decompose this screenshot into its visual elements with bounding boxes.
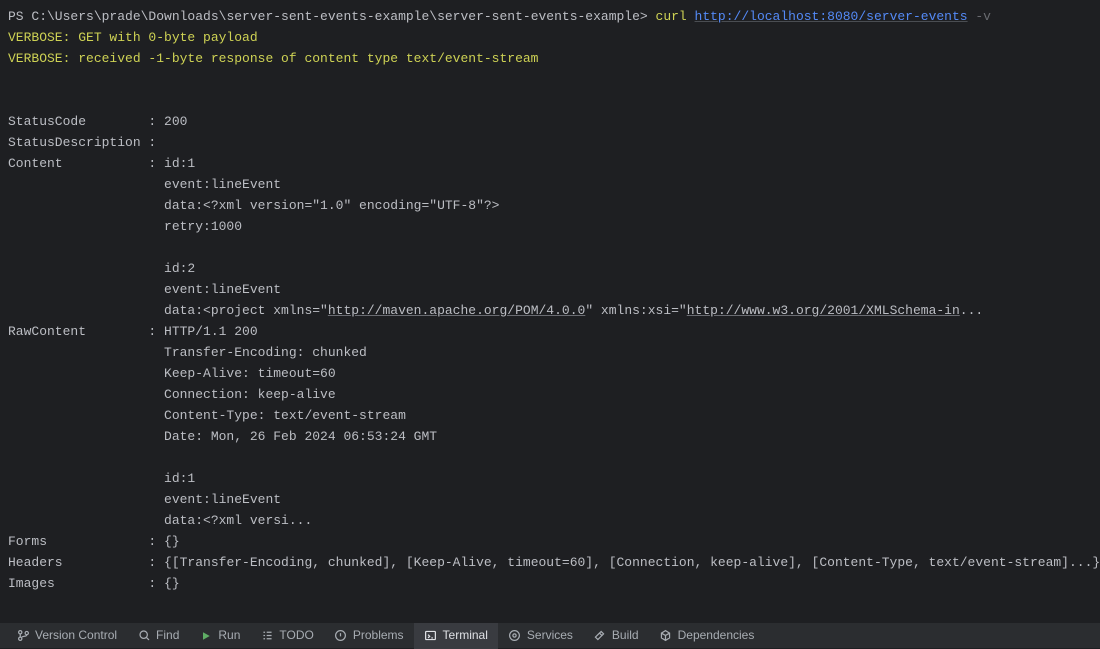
bottom-tool-bar: Version Control Find Run TODO Problems T… [0,622,1100,648]
content-line: id:2 [8,258,1092,279]
list-icon [260,629,274,643]
terminal-output[interactable]: PS C:\Users\prade\Downloads\server-sent-… [0,0,1100,622]
services-icon [508,629,522,643]
verbose-line-1: VERBOSE: GET with 0-byte payload [8,27,1092,48]
tab-label: Build [612,625,639,646]
tab-label: Find [156,625,179,646]
status-code-line: StatusCode : 200 [8,111,1092,132]
content-line: data:<project xmlns="http://maven.apache… [8,300,1092,321]
rawcontent-line: Date: Mon, 26 Feb 2024 06:53:24 GMT [8,426,1092,447]
blank-line [8,237,1092,258]
branch-icon [16,629,30,643]
tab-label: Terminal [443,625,488,646]
images-line: Images : {} [8,573,1092,594]
content-line: Content : id:1 [8,153,1092,174]
tab-version-control[interactable]: Version Control [6,623,127,649]
tab-label: Version Control [35,625,117,646]
search-icon [137,629,151,643]
headers-line: Headers : {[Transfer-Encoding, chunked],… [8,552,1092,573]
package-icon [659,629,673,643]
tab-terminal[interactable]: Terminal [414,623,498,649]
xsi-url-link[interactable]: http://www.w3.org/2001/XMLSchema-in [687,303,960,318]
tab-label: Services [527,625,573,646]
tab-dependencies[interactable]: Dependencies [649,623,765,649]
status-description-line: StatusDescription : [8,132,1092,153]
blank-line [8,447,1092,468]
tab-build[interactable]: Build [583,623,649,649]
rawcontent-line: RawContent : HTTP/1.1 200 [8,321,1092,342]
blank-line [8,69,1092,90]
prompt-line: PS C:\Users\prade\Downloads\server-sent-… [8,6,1092,27]
warning-icon [334,629,348,643]
tab-problems[interactable]: Problems [324,623,414,649]
curl-command: curl [648,9,695,24]
rawcontent-line: event:lineEvent [8,489,1092,510]
tab-run[interactable]: Run [189,623,250,649]
content-line: retry:1000 [8,216,1092,237]
tab-services[interactable]: Services [498,623,583,649]
content-line: event:lineEvent [8,174,1092,195]
rawcontent-line: data:<?xml versi... [8,510,1092,531]
hammer-icon [593,629,607,643]
forms-line: Forms : {} [8,531,1092,552]
rawcontent-line: Keep-Alive: timeout=60 [8,363,1092,384]
play-icon [199,629,213,643]
rawcontent-line: Connection: keep-alive [8,384,1092,405]
tab-todo[interactable]: TODO [250,623,323,649]
curl-flag: -v [968,9,991,24]
content-line: data:<?xml version="1.0" encoding="UTF-8… [8,195,1092,216]
rawcontent-line: Content-Type: text/event-stream [8,405,1092,426]
rawcontent-line: Transfer-Encoding: chunked [8,342,1092,363]
tab-find[interactable]: Find [127,623,189,649]
prompt-path: C:\Users\prade\Downloads\server-sent-eve… [31,9,647,24]
content-line: event:lineEvent [8,279,1092,300]
request-url[interactable]: http://localhost:8080/server-events [695,9,968,24]
tab-label: Problems [353,625,404,646]
tab-label: Run [218,625,240,646]
terminal-icon [424,629,438,643]
blank-line [8,90,1092,111]
tab-label: Dependencies [678,625,755,646]
prompt-prefix: PS [8,9,31,24]
tab-label: TODO [279,625,313,646]
verbose-line-2: VERBOSE: received -1-byte response of co… [8,48,1092,69]
rawcontent-line: id:1 [8,468,1092,489]
maven-url-link[interactable]: http://maven.apache.org/POM/4.0.0 [328,303,585,318]
